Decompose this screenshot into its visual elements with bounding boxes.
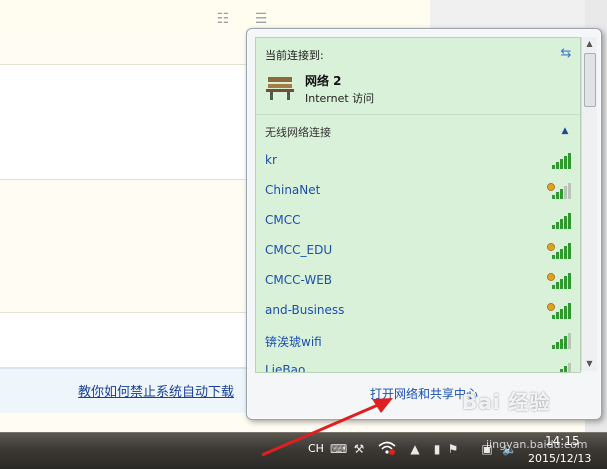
scroll-up-icon[interactable]: ▲ bbox=[582, 37, 597, 51]
input-tool-icon[interactable]: ⚒ bbox=[352, 442, 366, 456]
language-indicator[interactable]: CH bbox=[308, 442, 324, 456]
wifi-network-name: 锛涘琥wifi bbox=[265, 335, 322, 349]
current-connection-label: 当前连接到: bbox=[265, 49, 324, 62]
wifi-tray-icon[interactable] bbox=[378, 440, 396, 456]
collapse-icon[interactable]: ▲ bbox=[558, 124, 572, 138]
scroll-down-icon[interactable]: ▼ bbox=[582, 357, 597, 371]
bullet-list-icon[interactable]: ☰ bbox=[252, 11, 270, 27]
refresh-icon[interactable]: ⇆ bbox=[558, 46, 574, 62]
wifi-network-item[interactable]: LieBao bbox=[256, 356, 580, 373]
wifi-network-item[interactable]: and-Business bbox=[256, 296, 580, 326]
wireless-section-header: 无线网络连接 bbox=[265, 126, 331, 139]
flag-icon[interactable]: ⚑ bbox=[446, 442, 460, 456]
content-panel bbox=[0, 64, 263, 180]
clock-date[interactable]: 2015/12/13 bbox=[528, 452, 591, 465]
related-article-link[interactable]: 教你如何禁止系统自动下载 bbox=[78, 381, 234, 400]
wifi-signal-icon bbox=[552, 213, 571, 229]
wifi-signal-icon bbox=[547, 243, 571, 259]
wifi-network-name: CMCC_EDU bbox=[265, 243, 333, 257]
wifi-network-item[interactable]: kr bbox=[256, 146, 580, 176]
wifi-signal-icon bbox=[547, 303, 571, 319]
divider bbox=[256, 114, 580, 115]
wifi-network-item[interactable]: CMCC-WEB bbox=[256, 266, 580, 296]
wifi-network-item[interactable]: 锛涘琥wifi bbox=[256, 326, 580, 356]
wifi-signal-icon bbox=[552, 333, 571, 349]
wifi-signal-icon bbox=[547, 273, 571, 289]
network-flyout: 当前连接到: ⇆ 网络 2 Internet 访问 无线网络连接 ▲ kr Chi… bbox=[246, 28, 602, 420]
wifi-signal-icon bbox=[547, 183, 571, 199]
security-shield-icon bbox=[547, 183, 555, 191]
clock-time[interactable]: 14:15 bbox=[545, 434, 580, 448]
wifi-network-item[interactable]: ChinaNet bbox=[256, 176, 580, 206]
security-shield-icon bbox=[547, 243, 555, 251]
show-hidden-icons-icon[interactable]: ▲ bbox=[408, 442, 422, 456]
security-shield-icon bbox=[547, 303, 555, 311]
network-list-panel: 当前连接到: ⇆ 网络 2 Internet 访问 无线网络连接 ▲ kr Chi… bbox=[255, 37, 581, 373]
wifi-signal-icon bbox=[560, 363, 571, 372]
baidu-jingyan-logo: Bai 经验 bbox=[462, 390, 551, 414]
keyboard-icon[interactable]: ⌨ bbox=[330, 442, 347, 456]
security-shield-icon bbox=[547, 273, 555, 281]
wifi-signal-icon bbox=[552, 153, 571, 169]
connected-network-status: Internet 访问 bbox=[305, 92, 375, 105]
numbered-list-icon[interactable]: ☷ bbox=[214, 11, 232, 27]
connected-network-name[interactable]: 网络 2 bbox=[305, 72, 342, 89]
network-bench-icon bbox=[266, 77, 294, 100]
wifi-network-name: ChinaNet bbox=[265, 183, 321, 197]
scroll-thumb[interactable] bbox=[584, 53, 596, 107]
wifi-network-name: kr bbox=[265, 153, 277, 167]
wifi-network-item[interactable]: CMCC_EDU bbox=[256, 236, 580, 266]
wifi-network-list: kr ChinaNet CMCC CMCC_EDU CMCC-WEB and-Busine… bbox=[256, 146, 580, 373]
power-icon[interactable]: ▮ bbox=[430, 442, 444, 456]
wifi-network-name: LieBao bbox=[265, 363, 306, 373]
wifi-network-name: CMCC-WEB bbox=[265, 273, 333, 287]
wifi-network-name: CMCC bbox=[265, 213, 301, 227]
wifi-network-item[interactable]: CMCC bbox=[256, 206, 580, 236]
wifi-network-name: and-Business bbox=[265, 303, 345, 317]
flyout-scrollbar[interactable]: ▲ ▼ bbox=[581, 37, 597, 371]
content-panel-lower bbox=[0, 312, 263, 368]
